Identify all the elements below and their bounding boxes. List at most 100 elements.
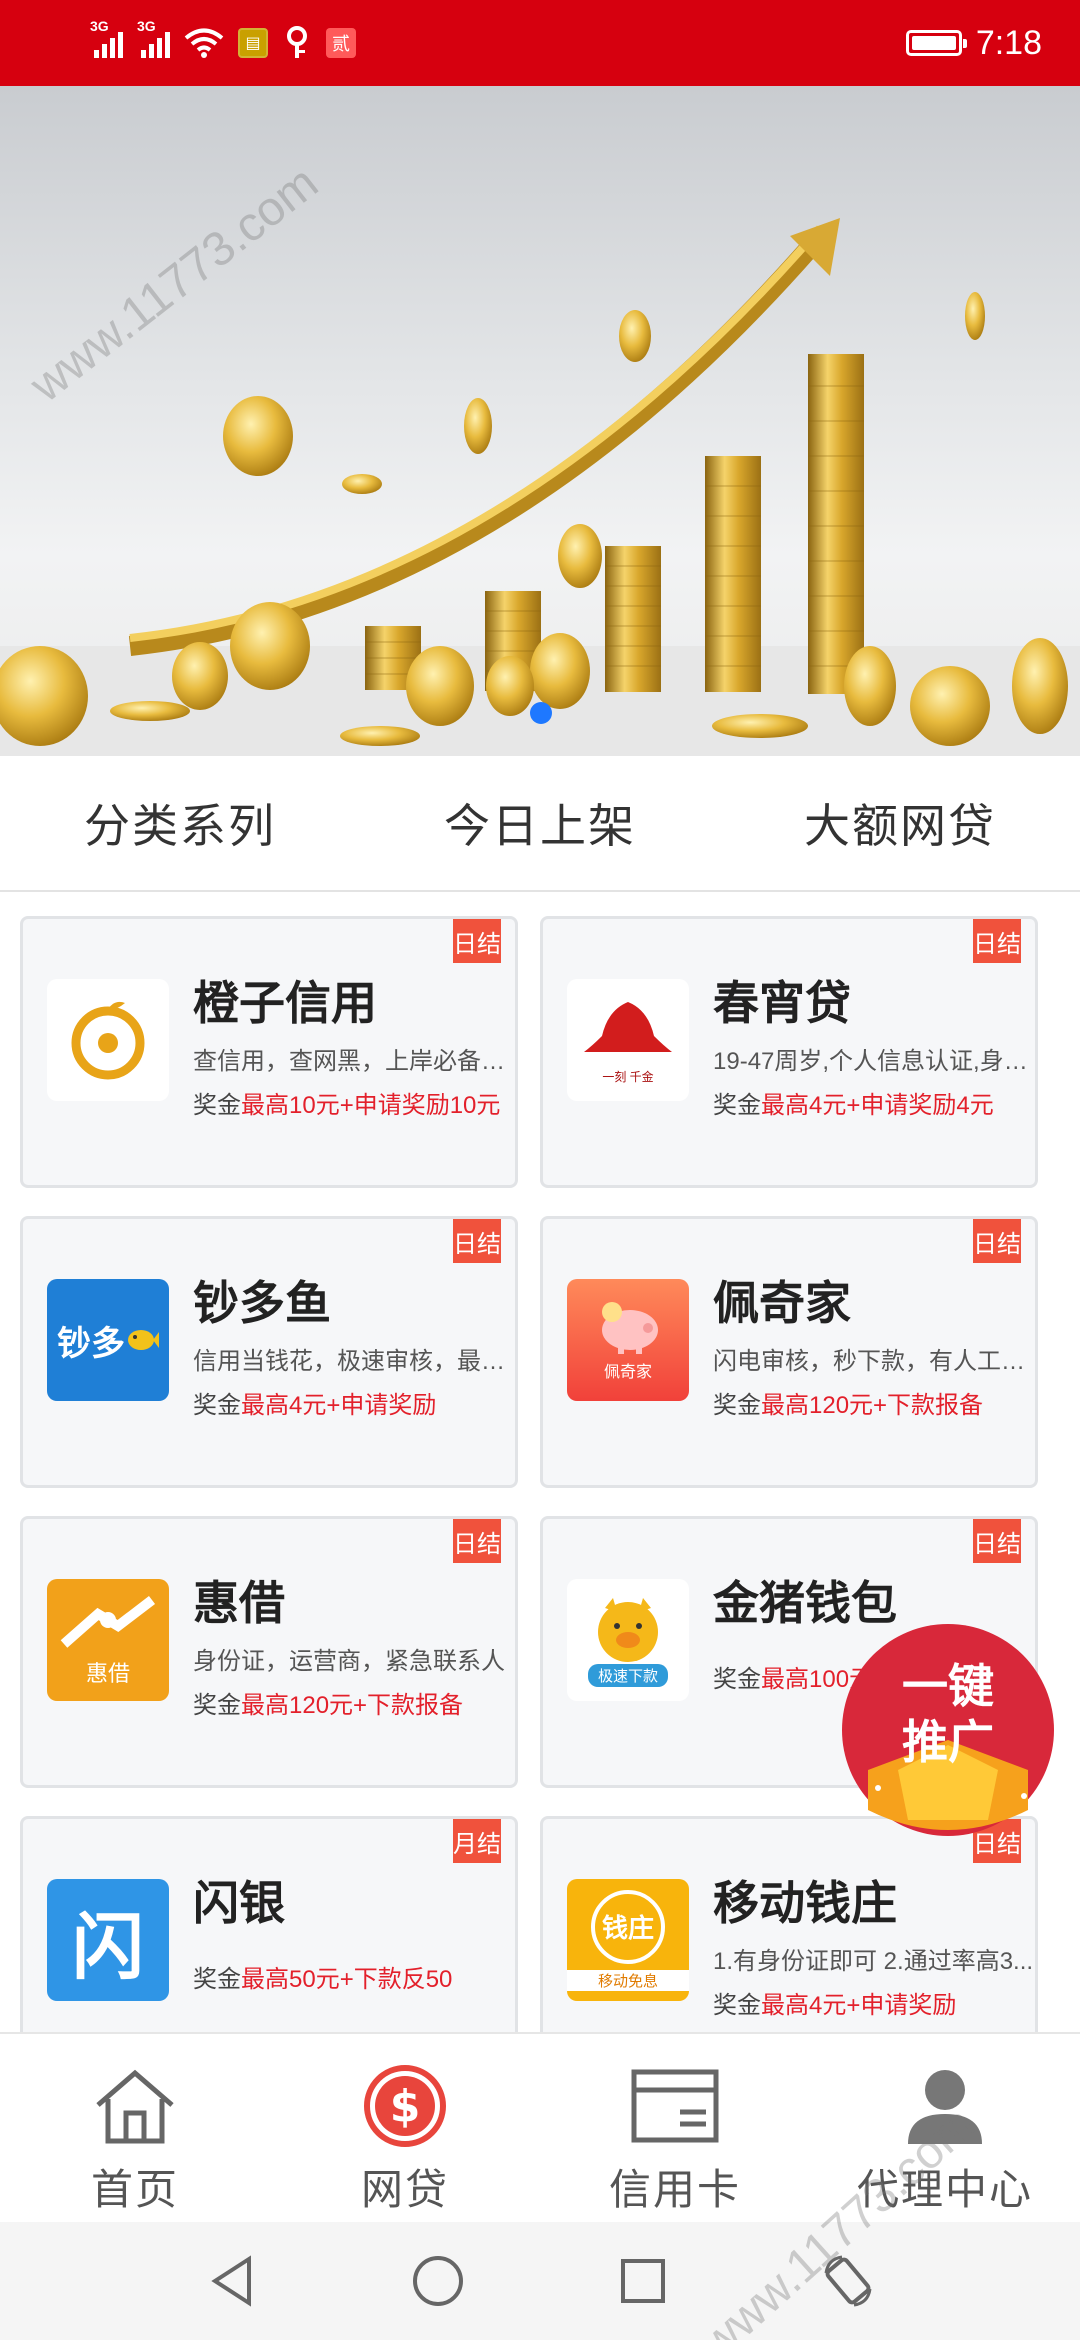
product-card[interactable]: 日结 惠借 惠借 身份证，运营商，紧急联系人 奖金最高120元+下款报备 [20,1516,518,1788]
product-card[interactable]: 日结 佩奇家 佩奇家 闪电审核，秒下款，有人工回... 奖金最高120元+下款报… [540,1216,1038,1488]
settlement-tag: 日结 [453,919,501,963]
settlement-tag: 月结 [453,1819,501,1863]
logo-caption: 惠借 [85,1661,130,1686]
bonus-prefix: 奖金 [193,1092,241,1119]
product-title: 钞多鱼 [193,1277,331,1329]
status-icons-right: 7:18 [905,20,1042,66]
bonus-value: 最高120元+下款报备 [761,1392,984,1419]
system-navigation-bar [0,2222,1080,2340]
bonus-prefix: 奖金 [193,1392,241,1419]
orange-coin-icon [47,979,169,1101]
wifi-icon [184,28,224,58]
bonus-value: 最高4元+申请奖励 [761,1992,957,2019]
recents-square-icon[interactable] [608,2246,678,2316]
settlement-tag: 日结 [453,1519,501,1563]
battery-icon [905,30,967,56]
settlement-tag: 日结 [973,1219,1021,1263]
promo-banner[interactable] [0,86,1080,756]
product-bonus: 奖金最高50元+下款反50 [193,1959,452,1994]
bonus-prefix: 奖金 [193,1966,241,1993]
product-bonus: 奖金最高4元+申请奖励 [713,1985,956,2020]
product-card[interactable]: 月结 闪 闪银 奖金最高50元+下款反50 [20,1816,518,2032]
home-icon [90,2064,180,2148]
tab-today-new[interactable]: 今日上架 [360,756,720,890]
logo-caption: 闪 [71,1907,144,1988]
logo-caption: 一刻 千金 [602,1069,654,1084]
piggy-bank-icon: 佩奇家 [567,1279,689,1401]
banner-image [0,218,1080,756]
product-title: 闪银 [193,1877,285,1929]
golden-pig-icon: 极速下款 [567,1579,689,1701]
settlement-tag: 日结 [973,919,1021,963]
svg-text:$: $ [390,2081,421,2132]
bonus-value: 最高4元+申请奖励 [241,1392,437,1419]
bonus-prefix: 奖金 [713,1092,761,1119]
product-desc: 闪电审核，秒下款，有人工回... [713,1348,1038,1375]
tab-category-series[interactable]: 分类系列 [0,756,360,890]
category-tabs: 分类系列 今日上架 大额网贷 [0,756,1080,892]
bonus-prefix: 奖金 [713,1992,761,2019]
bonus-value: 最高50元+下款反50 [241,1966,453,1993]
product-bonus: 奖金最高120元+下款报备 [713,1385,983,1420]
bonus-value: 最高10元+申请奖励10元 [241,1092,501,1119]
product-bonus: 奖金最高10元+申请奖励10元 [193,1085,500,1120]
one-click-promote-button[interactable]: 一键 推广 [838,1620,1058,1840]
loan-product-grid: 日结 橙子信用 查信用，查网黑，上岸必备神... 奖金最高10元+申请奖励10元… [0,892,1080,2032]
product-card[interactable]: 日结 橙子信用 查信用，查网黑，上岸必备神... 奖金最高10元+申请奖励10元 [20,916,518,1188]
product-desc: 身份证，运营商，紧急联系人 [193,1648,505,1675]
product-desc: 查信用，查网黑，上岸必备神... [193,1048,518,1075]
bonus-prefix: 奖金 [713,1392,761,1419]
product-title: 佩奇家 [713,1277,851,1329]
nav-label: 网贷 [360,2166,449,2213]
notification-badge-icon: 贰 [326,28,356,58]
clock-time: 7:18 [975,23,1042,62]
network-type-label: 3G [90,18,109,34]
red-bell-icon: 一刻 千金 [567,979,689,1101]
product-bonus: 奖金最高120元+下款报备 [193,1685,463,1720]
bonus-value: 最高4元+申请奖励4元 [761,1092,994,1119]
tab-large-loan[interactable]: 大额网贷 [720,756,1080,890]
status-icons-left: 3G 3G ▤ 贰 [90,18,356,66]
key-icon [287,26,307,58]
status-bar: 3G 3G ▤ 贰 7:18 [0,0,1080,86]
signal-icon: 3G [90,18,123,58]
bonus-prefix: 奖金 [713,1666,761,1693]
money-bank-icon: 钱庄 移动免息 [567,1879,689,2001]
nav-online-loan[interactable]: $ 网贷 [270,2034,540,2222]
shan-logo-icon: 闪 [47,1879,169,2001]
product-bonus: 奖金最高4元+申请奖励 [193,1385,436,1420]
product-bonus: 奖金最高4元+申请奖励4元 [713,1085,994,1120]
huijie-logo-icon: 惠借 [47,1579,169,1701]
product-desc: 信用当钱花，极速审核，最高... [193,1348,518,1375]
logo-caption: 钞多 [57,1324,125,1363]
product-card[interactable]: 日结 一刻 千金 春宵贷 19-47周岁,个人信息认证,身份... 奖金最高4元… [540,916,1038,1188]
bonus-prefix: 奖金 [193,1692,241,1719]
bonus-value: 最高120元+下款报备 [241,1692,464,1719]
product-card[interactable]: 日结 钱庄 移动免息 移动钱庄 1.有身份证即可 2.通过率高3... 奖金最高… [540,1816,1038,2032]
product-desc: 19-47周岁,个人信息认证,身份... [713,1048,1038,1075]
product-desc: 1.有身份证即可 2.通过率高3... [713,1948,1034,1975]
fish-icon: 钞多 [47,1279,169,1401]
product-title: 移动钱庄 [713,1877,897,1929]
nav-credit-card[interactable]: 信用卡 [540,2034,810,2222]
product-title: 春宵贷 [713,977,851,1029]
product-title: 惠借 [193,1577,285,1629]
settlement-tag: 日结 [973,1519,1021,1563]
carousel-indicator[interactable] [530,702,552,724]
logo-subcaption: 移动免息 [567,1969,689,1991]
logo-caption: 钱庄 [601,1913,654,1943]
home-circle-icon[interactable] [403,2246,473,2316]
nav-home[interactable]: 首页 [0,2034,270,2222]
signal-icon: 3G [137,18,170,58]
nav-label: 信用卡 [608,2166,741,2213]
back-icon[interactable] [198,2246,268,2316]
app-notification-icon: ▤ [238,28,268,58]
credit-card-icon [630,2064,720,2148]
product-card[interactable]: 日结 钞多 钞多鱼 信用当钱花，极速审核，最高... 奖金最高4元+申请奖励 [20,1216,518,1488]
network-type-label: 3G [137,18,156,34]
dollar-icon: $ [360,2064,450,2148]
nav-label: 首页 [90,2166,179,2213]
logo-caption: 极速下款 [587,1663,668,1687]
promote-label-line2: 推广 [902,1715,994,1769]
logo-caption: 佩奇家 [603,1364,652,1381]
